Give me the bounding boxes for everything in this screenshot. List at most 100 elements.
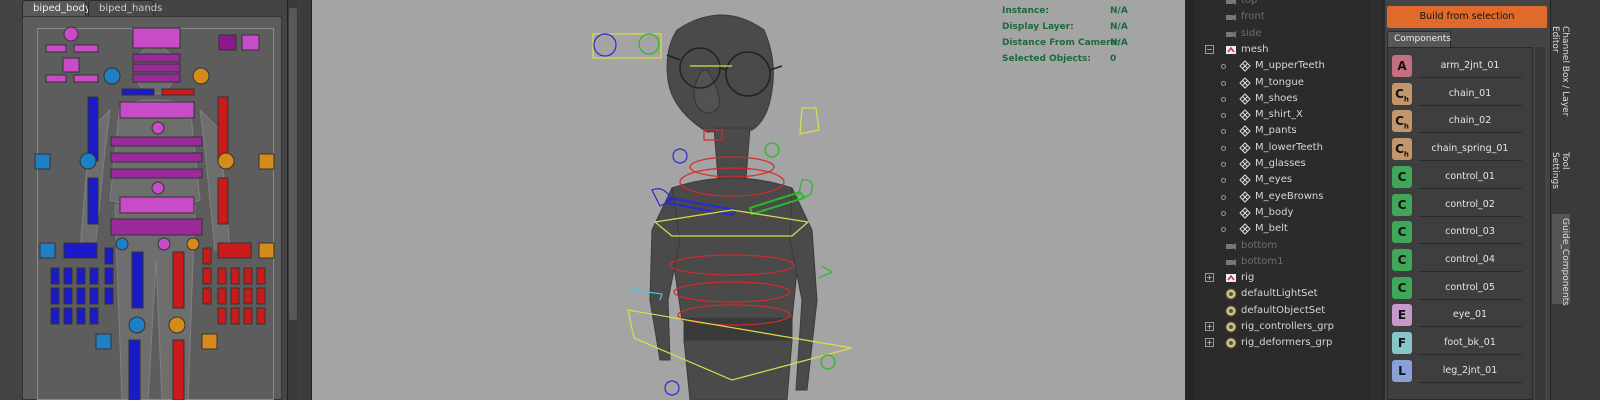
component-letter: C	[1395, 142, 1404, 157]
tab-channel-box[interactable]: Channel Box / Layer Editor	[1550, 22, 1570, 132]
outliner-item[interactable]: M_body	[1195, 205, 1380, 221]
separator	[1418, 132, 1522, 134]
tree-node-icon	[1221, 113, 1226, 119]
outliner-item[interactable]: top	[1195, 0, 1380, 9]
outliner-item[interactable]: M_eyes	[1195, 172, 1380, 188]
component-letter: C	[1397, 169, 1407, 184]
outliner-item-label: bottom	[1241, 239, 1278, 251]
picker-scroll-thumb[interactable]	[289, 8, 297, 320]
outliner-item-label: M_eyeBrowns	[1255, 190, 1324, 202]
outliner-item[interactable]: − mesh	[1195, 42, 1380, 58]
camera-icon	[1225, 240, 1237, 252]
mesh-icon	[1239, 76, 1251, 89]
expand-icon[interactable]: +	[1205, 322, 1214, 331]
outliner-item[interactable]: M_upperTeeth	[1195, 58, 1380, 74]
build-from-selection-button[interactable]: Build from selection	[1387, 6, 1547, 28]
expand-icon[interactable]: +	[1205, 338, 1214, 348]
component-type-icon: A	[1392, 55, 1412, 77]
outliner-item[interactable]: M_shoes	[1195, 91, 1380, 107]
outliner-item[interactable]: defaultLightSet	[1195, 286, 1380, 302]
component-name: chain_02	[1448, 115, 1492, 127]
component-type-icon: Ch	[1392, 110, 1412, 133]
component-type-icon: C	[1392, 221, 1412, 244]
outliner-item[interactable]: M_pants	[1195, 123, 1380, 139]
outliner-item[interactable]: + rig	[1195, 270, 1380, 286]
mesh-icon	[1239, 93, 1251, 105]
separator	[1418, 104, 1522, 106]
component-item[interactable]: Ch chain_spring_01	[1392, 138, 1522, 164]
component-letter: C	[1397, 280, 1407, 295]
component-item[interactable]: Lleg_2jnt_01	[1392, 359, 1522, 386]
head-controls	[45, 26, 260, 85]
component-item[interactable]: Eeye_01	[1392, 304, 1522, 330]
component-type-icon: C	[1392, 276, 1412, 299]
component-letter: L	[1398, 363, 1406, 378]
outliner-item-label: rig	[1241, 272, 1255, 284]
component-item[interactable]: Ccontrol_03	[1392, 221, 1522, 247]
hud-instance-value: N/A	[1110, 6, 1128, 16]
viewport-edge	[300, 0, 312, 400]
tree-node-icon	[1221, 178, 1226, 184]
mesh-icon	[1239, 174, 1251, 187]
outliner-item[interactable]: bottom	[1195, 238, 1380, 254]
tab-biped-body[interactable]: biped_body	[22, 0, 91, 16]
mesh-icon	[1239, 141, 1251, 154]
outliner-scrollbar[interactable]	[1370, 0, 1382, 400]
component-name: chain_spring_01	[1431, 143, 1509, 155]
mesh-icon	[1239, 109, 1251, 121]
separator	[1418, 187, 1522, 189]
components-scrollbar[interactable]	[1535, 47, 1545, 400]
tree-node-icon	[1221, 162, 1226, 167]
expand-icon[interactable]: +	[1205, 273, 1214, 283]
component-letter: C	[1397, 197, 1407, 212]
outliner-item[interactable]: M_lowerTeeth	[1195, 140, 1380, 156]
component-item[interactable]: Ch chain_01	[1392, 82, 1522, 109]
outliner-item[interactable]: side	[1195, 26, 1380, 42]
tab-biped-hands[interactable]: biped_hands	[88, 0, 162, 16]
mesh-icon	[1239, 190, 1251, 203]
component-type-icon: C	[1392, 165, 1412, 188]
component-item[interactable]: Ccontrol_05	[1392, 276, 1522, 303]
outliner-item[interactable]: + rig_controllers_grp	[1195, 319, 1380, 335]
outliner-item-label: defaultLightSet	[1241, 288, 1318, 300]
component-type-icon: Ch	[1392, 138, 1412, 161]
separator	[1418, 160, 1522, 162]
tab-components[interactable]: Components	[1387, 31, 1451, 47]
outliner-item[interactable]: front	[1195, 9, 1380, 25]
component-type-icon: C	[1392, 248, 1412, 271]
separator	[1418, 270, 1522, 272]
tree-node-icon	[1221, 145, 1226, 151]
component-item[interactable]: Ccontrol_02	[1392, 193, 1522, 220]
outliner-item[interactable]: bottom1	[1195, 254, 1380, 270]
component-item[interactable]: Ffoot_bk_01	[1392, 332, 1522, 358]
collapse-icon[interactable]: −	[1205, 44, 1214, 54]
separator	[1418, 381, 1522, 383]
component-item[interactable]: Ccontrol_01	[1392, 165, 1522, 192]
tree-node-icon	[1221, 80, 1226, 86]
outliner-item-label: M_upperTeeth	[1255, 60, 1325, 72]
component-name: control_05	[1445, 281, 1495, 293]
component-name: arm_2jnt_01	[1440, 60, 1500, 71]
component-name: chain_01	[1448, 87, 1492, 99]
outliner-item[interactable]: defaultObjectSet	[1195, 303, 1380, 319]
component-name: control_03	[1445, 226, 1495, 238]
outliner-item[interactable]: M_eyeBrowns	[1195, 189, 1380, 205]
outliner-item-label: bottom1	[1241, 255, 1284, 267]
component-type-icon: E	[1392, 304, 1412, 327]
outliner-item[interactable]: + rig_deformers_grp	[1195, 335, 1380, 351]
component-item[interactable]: Ch chain_02	[1392, 110, 1522, 136]
component-item[interactable]: Aarm_2jnt_01	[1392, 55, 1522, 81]
component-type-icon: Ch	[1392, 82, 1412, 105]
hud-instance-label: Instance:	[1002, 6, 1049, 16]
outliner-item-label: mesh	[1241, 43, 1269, 55]
outliner-item[interactable]: M_shirt_X	[1195, 107, 1380, 123]
tab-guide-components[interactable]: Guide_Components	[1552, 214, 1570, 306]
outliner-item[interactable]: M_glasses	[1195, 156, 1380, 172]
outliner-item[interactable]: M_tongue	[1195, 75, 1380, 91]
outliner-item[interactable]: M_belt	[1195, 221, 1380, 237]
tree-node-icon	[1221, 194, 1226, 200]
component-item[interactable]: Ccontrol_04	[1392, 248, 1522, 275]
tab-tool-settings[interactable]: Tool Settings	[1550, 148, 1570, 208]
group-icon	[1225, 272, 1237, 284]
hud-selected-value: 0	[1110, 54, 1117, 64]
